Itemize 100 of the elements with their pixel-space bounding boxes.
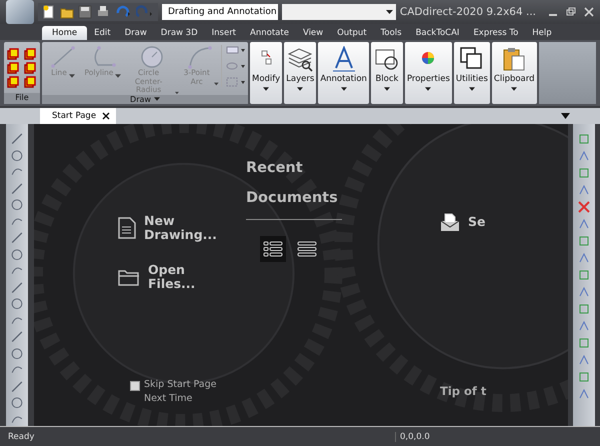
- caret-icon: [68, 74, 75, 78]
- ribbon-panel-button[interactable]: Modify: [250, 42, 282, 104]
- ribbon-tab[interactable]: View: [296, 26, 330, 40]
- skip-start-page-label: Skip Start Page Next Time: [144, 378, 218, 406]
- ribbon-panel-button[interactable]: Properties: [404, 42, 452, 104]
- toolbar-tool-icon[interactable]: [577, 217, 591, 231]
- ellipse-tool-icon[interactable]: [226, 61, 246, 71]
- recent-documents-heading: Recent Documents: [246, 159, 339, 208]
- caret-icon: [154, 97, 160, 102]
- toolbar-tool-icon[interactable]: [10, 280, 24, 294]
- ribbon-tab[interactable]: Home: [42, 26, 88, 40]
- toolbar-tool-icon[interactable]: [577, 234, 591, 248]
- ribbon-tab[interactable]: Output: [330, 26, 374, 40]
- window-title: CADdirect-2020 9.2x64 ...: [400, 6, 536, 18]
- toolbar-tool-icon[interactable]: [10, 248, 24, 261]
- toolbar-tool-icon[interactable]: [577, 183, 591, 197]
- toolbar-tool-icon[interactable]: [577, 268, 591, 282]
- coordinates-display: 0,0,0.0: [395, 432, 600, 442]
- toolbar-tool-icon[interactable]: [577, 387, 591, 401]
- toolbar-tool-icon[interactable]: [10, 231, 24, 244]
- send-link[interactable]: Se: [440, 212, 568, 232]
- toolbar-tool-icon[interactable]: [577, 149, 591, 163]
- caret-icon: [263, 87, 270, 91]
- toolbar-tool-icon[interactable]: [577, 302, 591, 316]
- toolbar-tool-icon[interactable]: [577, 370, 591, 384]
- toolbar-tool-icon[interactable]: [577, 251, 591, 265]
- ribbon-background: [538, 42, 596, 104]
- print-icon[interactable]: [96, 5, 110, 19]
- close-icon[interactable]: [102, 112, 110, 120]
- caret-icon: [386, 10, 393, 14]
- toolbar-tool-icon[interactable]: [10, 380, 24, 393]
- folder-icon: [118, 268, 140, 286]
- status-message: Ready: [7, 432, 36, 442]
- checkbox[interactable]: [130, 381, 140, 392]
- ribbon-tab[interactable]: BackToCAI: [408, 26, 466, 40]
- caret-icon: [115, 74, 122, 78]
- ribbon-tab[interactable]: Annotate: [243, 26, 296, 40]
- file-tool-icon[interactable]: [24, 48, 36, 60]
- toolbar-tool-icon[interactable]: [10, 198, 24, 212]
- group-label: File: [4, 93, 40, 104]
- ribbon-tab[interactable]: Draw: [118, 26, 154, 40]
- new-drawing-link[interactable]: New Drawing...: [118, 214, 234, 243]
- toolbar-tool-icon[interactable]: [577, 166, 591, 180]
- ribbon-tab[interactable]: Tools: [374, 26, 409, 40]
- text-annotation-icon: [330, 46, 357, 72]
- layers-icon: [287, 46, 314, 72]
- file-tool-icon[interactable]: [6, 48, 18, 60]
- file-tool-icon[interactable]: [24, 62, 36, 74]
- tip-of-the-day-heading: Tip of t: [440, 384, 488, 398]
- toolbar-tool-icon[interactable]: [577, 285, 591, 299]
- caret-icon: [297, 87, 304, 91]
- clipboard-icon: [501, 46, 528, 72]
- file-tool-icon[interactable]: [6, 76, 18, 88]
- restore-icon[interactable]: [566, 7, 576, 17]
- ribbon-panel-button[interactable]: Block: [370, 42, 403, 104]
- rectangle-tool-icon[interactable]: [226, 45, 246, 55]
- toolbar-tool-icon[interactable]: [577, 200, 591, 214]
- toolbar-tool-icon[interactable]: [10, 297, 24, 310]
- save-icon[interactable]: [78, 5, 92, 19]
- toolbar-tool-icon[interactable]: [10, 148, 24, 162]
- hatch-tool-icon[interactable]: [226, 77, 246, 87]
- ribbon-tab[interactable]: Insert: [204, 26, 244, 40]
- ribbon-panel-button[interactable]: Clipboard: [492, 42, 537, 104]
- workspace-dropdown[interactable]: Drafting and Annotation: [162, 4, 278, 20]
- toolbar-tool-icon[interactable]: [10, 182, 24, 195]
- caret-icon: [214, 82, 220, 86]
- new-file-icon[interactable]: [42, 5, 56, 19]
- circle-icon: [138, 45, 164, 69]
- ribbon-tab[interactable]: Express To: [466, 26, 526, 40]
- app-logo-icon[interactable]: [6, 0, 34, 24]
- ribbon-panel-button[interactable]: Annotation: [318, 42, 369, 104]
- document-icon: [118, 217, 136, 240]
- overlapping-squares-icon: [458, 46, 485, 72]
- toolbar-tool-icon[interactable]: [577, 132, 591, 146]
- caret-icon: [384, 87, 390, 91]
- toolbar-tool-icon[interactable]: [10, 346, 24, 360]
- ribbon-panel-button[interactable]: Layers: [284, 42, 316, 104]
- group-label[interactable]: Draw: [130, 94, 151, 104]
- detail-view-button[interactable]: [260, 236, 286, 262]
- toolbar-tool-icon[interactable]: [10, 396, 24, 410]
- caret-icon: [340, 87, 347, 91]
- ribbon-tab[interactable]: Edit: [87, 26, 118, 40]
- toolbar-tool-icon[interactable]: [577, 336, 591, 350]
- line-icon: [50, 45, 76, 69]
- toolbar-tool-icon[interactable]: [577, 319, 591, 333]
- caret-icon: [425, 87, 432, 91]
- ribbon-tab[interactable]: Help: [525, 26, 559, 40]
- file-tool-icon[interactable]: [24, 76, 36, 88]
- file-tool-icon[interactable]: [6, 62, 18, 74]
- arc-icon: [187, 45, 214, 69]
- ribbon-tab[interactable]: Draw 3D: [154, 26, 205, 40]
- envelope-icon: [440, 212, 460, 232]
- toolbar-tool-icon[interactable]: [10, 132, 24, 146]
- toolbar-tool-icon[interactable]: [577, 353, 591, 367]
- caret-icon: [511, 87, 518, 91]
- dropdown-arrow-icon[interactable]: [561, 113, 570, 119]
- document-tab[interactable]: Start Page: [40, 108, 116, 124]
- open-files-link[interactable]: Open Files...: [118, 262, 234, 292]
- toolbar-tool-icon[interactable]: [10, 330, 24, 344]
- ribbon-panel-button[interactable]: Utilities: [454, 42, 490, 104]
